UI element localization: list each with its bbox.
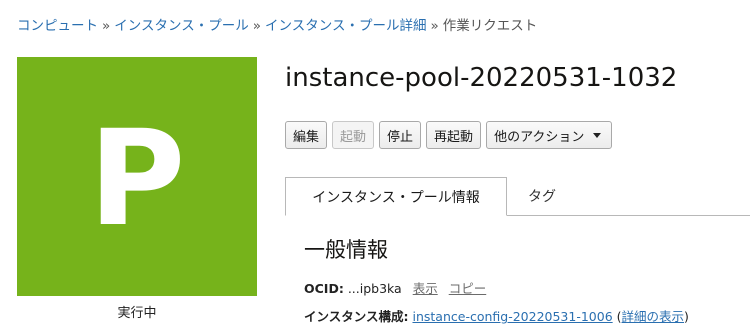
tab-instance-pool-info[interactable]: インスタンス・プール情報	[285, 177, 507, 216]
breadcrumb-separator: »	[430, 18, 439, 34]
show-ocid-link[interactable]: 表示	[413, 281, 438, 296]
caret-down-icon	[593, 132, 602, 138]
breadcrumb-instance-pools[interactable]: インスタンス・プール	[114, 18, 248, 34]
ocid-value: ...ipb3ka	[347, 281, 402, 296]
page-title: instance-pool-20220531-1032	[285, 63, 678, 93]
breadcrumb-compute[interactable]: コンピュート	[17, 18, 98, 34]
reboot-button[interactable]: 再起動	[426, 121, 482, 149]
breadcrumb-instance-pool-details[interactable]: インスタンス・プール詳細	[265, 18, 426, 34]
general-info-heading: 一般情報	[304, 238, 388, 262]
status-label: 実行中	[117, 306, 157, 321]
stop-button[interactable]: 停止	[379, 121, 422, 149]
edit-button[interactable]: 編集	[285, 121, 328, 149]
ocid-label: OCID:	[304, 281, 344, 296]
view-details-link[interactable]: 詳細の表示	[622, 309, 685, 324]
tab-bar: インスタンス・プール情報 タグ	[285, 177, 750, 216]
more-actions-button[interactable]: 他のアクション	[486, 121, 613, 149]
more-actions-label: 他のアクション	[494, 129, 585, 145]
breadcrumb: コンピュート» インスタンス・プール» インスタンス・プール詳細» 作業リクエスト	[17, 14, 537, 34]
breadcrumb-separator: »	[102, 18, 111, 34]
copy-ocid-link[interactable]: コピー	[449, 281, 487, 296]
breadcrumb-separator: »	[252, 18, 261, 34]
breadcrumb-current: 作業リクエスト	[442, 18, 538, 34]
ocid-row: OCID: ...ipb3ka 表示 コピー	[304, 278, 486, 297]
resource-status-tile: P	[17, 57, 257, 296]
action-toolbar: 編集 起動 停止 再起動 他のアクション	[285, 121, 613, 149]
instance-config-label: インスタンス構成:	[304, 309, 409, 324]
instance-config-link[interactable]: instance-config-20220531-1006	[412, 309, 612, 324]
details-close-paren: )	[684, 309, 689, 324]
resource-type-letter: P	[88, 101, 186, 256]
tab-tags[interactable]: タグ	[507, 177, 577, 215]
instance-config-row: インスタンス構成: instance-config-20220531-1006 …	[304, 306, 689, 325]
start-button[interactable]: 起動	[332, 121, 375, 149]
